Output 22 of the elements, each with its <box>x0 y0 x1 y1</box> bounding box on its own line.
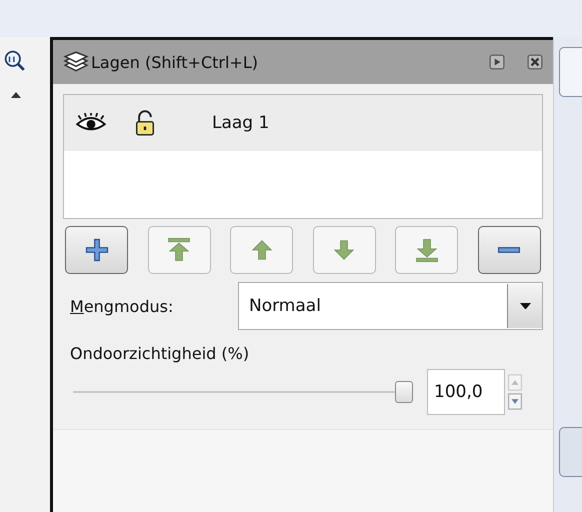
blend-mode-dropdown[interactable]: Normaal <box>238 282 543 330</box>
add-layer-button[interactable] <box>65 226 128 274</box>
slider-thumb[interactable] <box>395 381 413 403</box>
toolbar-button[interactable] <box>559 427 582 477</box>
minus-icon <box>498 247 520 253</box>
panel-title: Lagen (Shift+Ctrl+L) <box>91 52 259 72</box>
opacity-slider[interactable] <box>73 381 413 403</box>
close-icon[interactable] <box>527 54 543 70</box>
layer-row[interactable]: Laag 1 <box>64 95 542 151</box>
layer-name: Laag 1 <box>212 113 270 133</box>
scroll-up-icon[interactable] <box>11 92 21 98</box>
play-icon[interactable] <box>489 54 505 70</box>
layers-icon <box>63 51 89 73</box>
lock-icon[interactable] <box>134 110 156 136</box>
blend-mode-label: Mengmodus: <box>70 296 174 316</box>
opacity-spinbox[interactable]: 100,0 <box>427 369 505 415</box>
eye-icon[interactable] <box>76 113 106 133</box>
spin-down-icon[interactable] <box>508 393 522 410</box>
toolbar-button[interactable] <box>559 47 582 97</box>
opacity-label: Ondoorzichtigheid (%) <box>70 344 250 363</box>
zoom-icon[interactable] <box>4 50 26 72</box>
remove-layer-button[interactable] <box>478 226 541 274</box>
